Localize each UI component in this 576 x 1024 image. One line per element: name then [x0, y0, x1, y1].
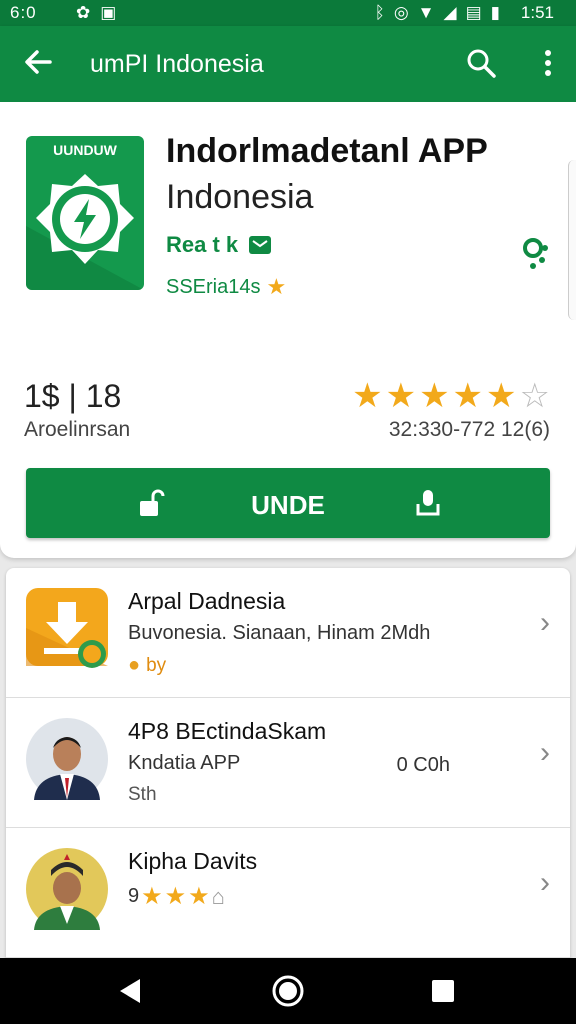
signal-icon: ◢	[443, 3, 457, 22]
list-item-subtitle: Buvonesia. Sianaan, Hinam 2Mdh	[128, 622, 431, 644]
nav-recents-icon[interactable]	[432, 980, 454, 1002]
side-drawer-handle[interactable]	[568, 160, 576, 320]
app-detail-card: UUNDUW Indorlmadetanl APP Indonesia Rea …	[0, 102, 576, 558]
star-filled-icon: ★	[486, 377, 517, 415]
lightning-badge-icon	[26, 174, 144, 290]
badge-icon: ⌂	[211, 883, 225, 909]
list-item-title: Kipha Davits	[128, 848, 258, 874]
list-item-title: 4P8 BEctindaSkam	[128, 718, 327, 744]
search-icon[interactable]	[464, 46, 498, 80]
star-filled-icon: ★	[141, 883, 163, 910]
verified-badge-icon	[248, 235, 272, 255]
list-item-extra: by	[146, 654, 167, 676]
status-left-time: 6:0	[10, 3, 37, 22]
star-icon: ★	[266, 274, 287, 299]
avatar	[26, 718, 108, 800]
install-button[interactable]: UNDE	[26, 468, 550, 538]
avatar	[26, 848, 108, 930]
app-subtitle: Indonesia	[166, 178, 314, 216]
list-item-title: Arpal Dadnesia	[128, 588, 286, 614]
bluetooth-icon: ᛒ	[374, 3, 385, 22]
photo-icon: ▣	[100, 3, 117, 22]
app-bar: umPI Indonesia	[0, 26, 576, 102]
sim-icon: ▤	[465, 3, 482, 22]
star-empty-icon: ☆	[519, 377, 550, 415]
star-filled-icon: ★	[352, 377, 383, 415]
star-filled-icon: ★	[164, 883, 187, 910]
star-filled-icon: ★	[419, 377, 450, 415]
chevron-right-icon: ›	[540, 606, 550, 639]
star-filled-icon: ★	[452, 377, 484, 415]
app-meta-text: SSEria14s	[166, 275, 261, 298]
download-icon	[414, 488, 442, 523]
star-filled-icon: ★	[385, 377, 417, 415]
chevron-right-icon: ›	[540, 736, 550, 769]
related-apps-list: Arpal Dadnesia Buvonesia. Sianaan, Hinam…	[6, 568, 570, 960]
page-title: umPI Indonesia	[90, 50, 264, 78]
battery-icon: ▮	[490, 3, 500, 22]
alarm-icon: ◎	[393, 3, 409, 22]
app-logo-label: UUNDUW	[53, 142, 117, 158]
download-stat: 1$ | 18	[24, 378, 122, 414]
install-button-label: UNDE	[251, 490, 325, 520]
app-name: Indorlmadetanl APP	[166, 132, 488, 170]
list-item[interactable]: Arpal Dadnesia Buvonesia. Sianaan, Hinam…	[6, 568, 570, 698]
coin-icon: ●	[128, 654, 141, 676]
list-item[interactable]: Kipha Davits 9 ★ ★ ★ ⌂ ›	[6, 828, 570, 958]
arrow-left-icon[interactable]	[20, 44, 56, 80]
status-clock: 1:51	[520, 3, 554, 22]
nav-home-icon[interactable]	[271, 974, 305, 1013]
nav-back-icon[interactable]	[118, 978, 142, 1009]
settings-icon: ✿	[76, 3, 91, 22]
system-nav-bar	[0, 958, 576, 1024]
list-item[interactable]: 4P8 BEctindaSkam Kndatia APP 0 C0h Sth ›	[6, 698, 570, 828]
wifi-icon: ▼	[417, 3, 435, 22]
developer-name: Rea t k	[166, 232, 239, 257]
list-item-aside: 0 C0h	[396, 754, 450, 776]
review-count: 32:330-772 12(6)	[388, 418, 550, 441]
chevron-right-icon: ›	[540, 866, 550, 899]
app-logo: UUNDUW	[26, 136, 144, 290]
list-item-extra: Sth	[128, 784, 157, 805]
star-half-icon: ★	[188, 883, 210, 910]
share-dots-icon[interactable]	[520, 236, 550, 270]
list-item-extra: 9	[128, 885, 140, 907]
download-app-icon	[26, 588, 108, 670]
rating-stars: ★ ★ ★ ★ ★ ☆	[352, 376, 550, 416]
download-stat-label: Aroelinrsan	[24, 418, 131, 441]
more-vert-icon[interactable]	[540, 48, 556, 78]
developer-link[interactable]: Rea t k	[166, 232, 272, 258]
list-item-subtitle: Kndatia APP	[128, 752, 241, 774]
status-bar: 6:0 ✿ ▣ ᛒ ◎ ▼ ◢ ▤ ▮ 1:51	[0, 0, 576, 26]
app-meta: SSEria14s ★	[166, 274, 286, 300]
